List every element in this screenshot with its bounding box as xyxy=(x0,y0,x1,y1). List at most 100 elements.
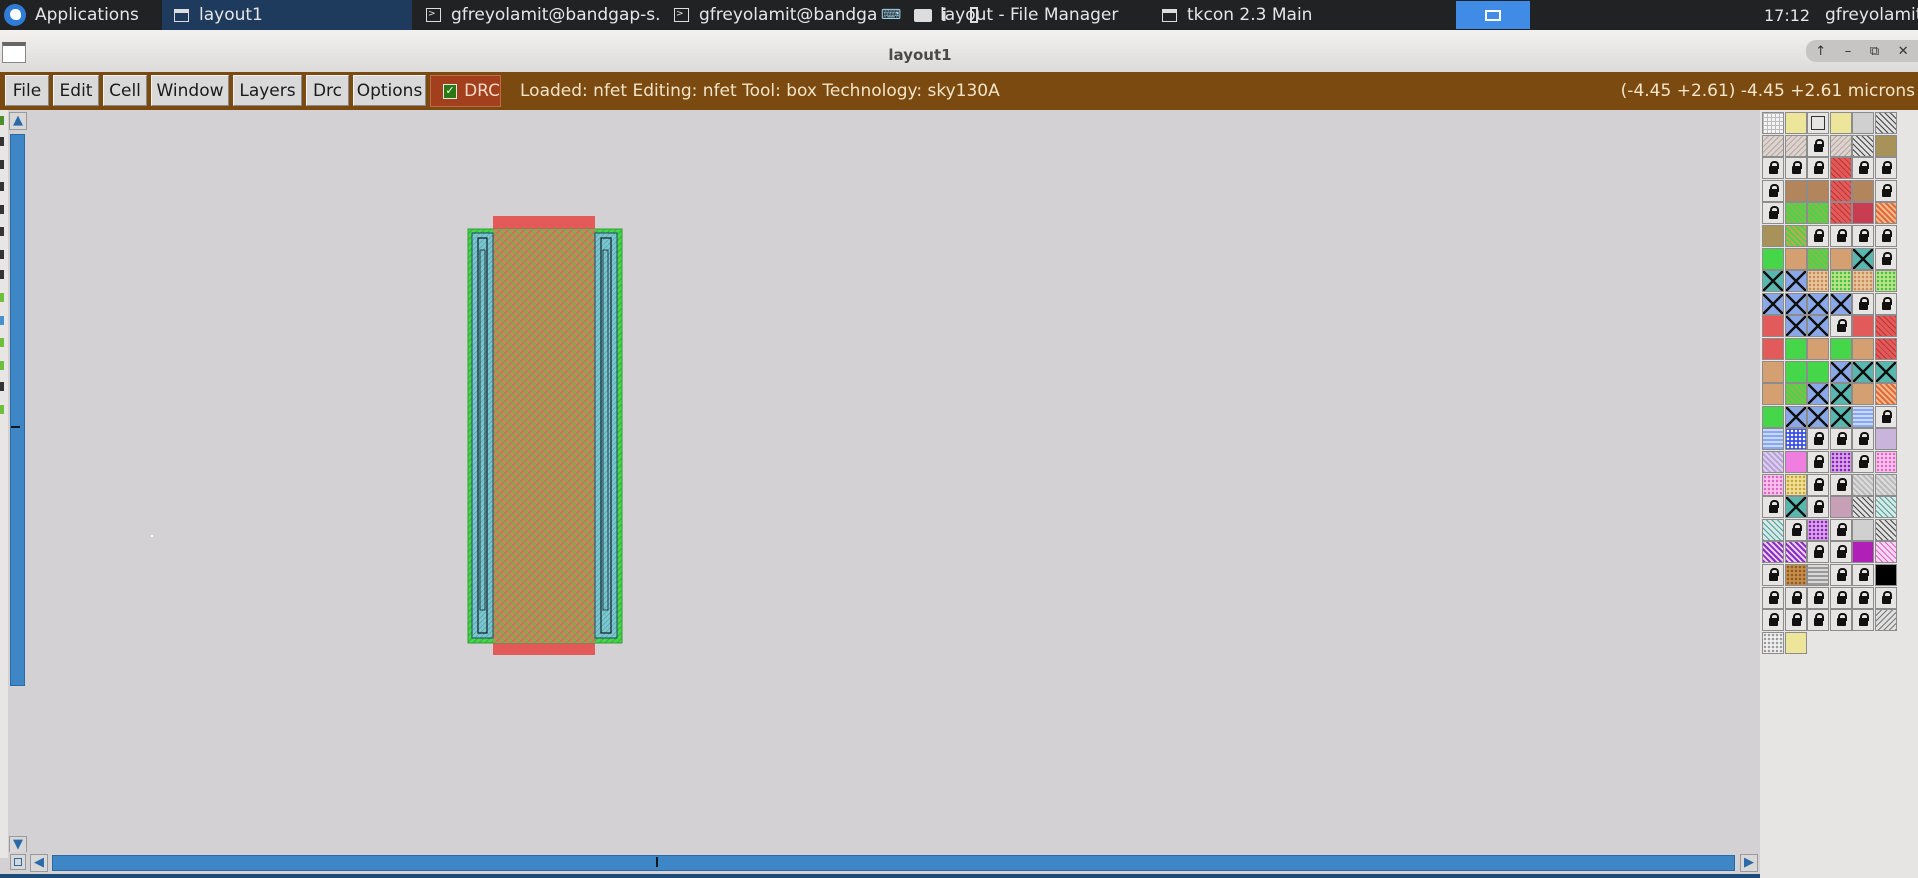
lock-icon[interactable] xyxy=(1829,609,1852,632)
layer-swatch-green-hatch[interactable] xyxy=(1784,202,1807,225)
layer-swatch-brown[interactable] xyxy=(1807,179,1830,202)
layer-swatch-white-dots[interactable] xyxy=(1762,631,1784,654)
layer-swatch-stripes[interactable] xyxy=(1875,518,1897,541)
shade-button[interactable]: ↑ xyxy=(1815,44,1826,59)
horizontal-scroll-thumb[interactable] xyxy=(52,855,1735,871)
workspace-switcher[interactable] xyxy=(1456,1,1530,29)
layer-swatch-olive[interactable] xyxy=(1762,225,1784,247)
lock-icon[interactable] xyxy=(1762,564,1784,586)
layer-swatch-pink-dots[interactable] xyxy=(1875,451,1897,473)
drain-contact[interactable] xyxy=(594,232,618,639)
layer-swatch-purple-dots[interactable] xyxy=(1829,451,1852,473)
layer-swatch-blue-cross[interactable] xyxy=(1762,292,1784,315)
layer-swatch-yellow-dots[interactable] xyxy=(1784,473,1807,496)
lock-icon[interactable] xyxy=(1829,428,1852,451)
lock-icon[interactable] xyxy=(1875,179,1897,202)
layer-swatch-red-hatch[interactable] xyxy=(1875,315,1897,338)
layer-swatch-teal-stripes[interactable] xyxy=(1762,518,1784,541)
layer-swatch-lightblue-wave[interactable] xyxy=(1852,405,1875,428)
layer-swatch-red-hatch[interactable] xyxy=(1829,179,1852,202)
poly-gate-top[interactable] xyxy=(493,216,595,230)
lock-icon[interactable] xyxy=(1807,609,1830,632)
layer-swatch-gray[interactable] xyxy=(1852,518,1875,541)
layer-swatch-purple-stripes[interactable] xyxy=(1762,541,1784,564)
lock-icon[interactable] xyxy=(1852,292,1875,315)
lock-icon[interactable] xyxy=(1829,518,1852,541)
layer-swatch-blue-cross[interactable] xyxy=(1784,405,1807,428)
lock-icon[interactable] xyxy=(1807,157,1830,180)
layer-swatch-stripes[interactable] xyxy=(1852,134,1875,157)
layer-swatch-brown[interactable] xyxy=(1852,179,1875,202)
layer-swatch-green-dots[interactable] xyxy=(1829,270,1852,293)
layer-swatch-green[interactable] xyxy=(1784,338,1807,360)
lock-icon[interactable] xyxy=(1807,428,1830,451)
layer-swatch-gray[interactable] xyxy=(1852,112,1875,134)
lock-icon[interactable] xyxy=(1852,157,1875,180)
lock-icon[interactable] xyxy=(1807,134,1830,157)
window-titlebar[interactable]: layout1 ↑ – ⧉ ✕ xyxy=(0,30,1918,73)
layer-swatch-teal-cross[interactable] xyxy=(1875,360,1897,383)
maximize-button[interactable]: ⧉ xyxy=(1870,44,1879,59)
layer-swatch-gray-hatch[interactable] xyxy=(1875,473,1897,496)
layer-swatch-red[interactable] xyxy=(1852,315,1875,338)
layer-swatch-pale-yellow[interactable] xyxy=(1784,631,1807,654)
vertical-scroll-thumb[interactable] xyxy=(10,134,25,686)
lock-icon[interactable] xyxy=(1762,157,1784,180)
layer-swatch-teal-cross[interactable] xyxy=(1762,270,1784,293)
layer-swatch-tan[interactable] xyxy=(1852,338,1875,360)
lock-icon[interactable] xyxy=(1807,586,1830,609)
menu-layers[interactable]: Layers xyxy=(233,75,302,106)
layer-swatch-blue-cross[interactable] xyxy=(1807,292,1830,315)
layer-swatch-blue-cross[interactable] xyxy=(1807,315,1830,338)
lock-icon[interactable] xyxy=(1875,586,1897,609)
layer-swatch-teal-cross[interactable] xyxy=(1784,496,1807,519)
layer-swatch-outline[interactable] xyxy=(1807,112,1830,134)
lock-icon[interactable] xyxy=(1852,225,1875,247)
layer-swatch-stripes[interactable] xyxy=(1875,112,1897,134)
layout-canvas[interactable] xyxy=(28,110,1760,852)
source-contact[interactable] xyxy=(471,232,494,639)
layer-swatch-magenta[interactable] xyxy=(1852,541,1875,564)
layer-swatch-teal-stripes[interactable] xyxy=(1875,496,1897,519)
task-file-manager[interactable]: layout - File Manager xyxy=(900,0,1152,30)
layer-swatch-pale-yellow[interactable] xyxy=(1829,112,1852,134)
lock-icon[interactable] xyxy=(1829,225,1852,247)
layer-swatch-green-stripes[interactable] xyxy=(1784,225,1807,247)
lock-icon[interactable] xyxy=(1852,609,1875,632)
layer-swatch-green-dots[interactable] xyxy=(1875,270,1897,293)
layer-swatch-gray-hatch[interactable] xyxy=(1852,473,1875,496)
lock-icon[interactable] xyxy=(1807,473,1830,496)
layer-swatch-purple-stripes[interactable] xyxy=(1784,541,1807,564)
lock-icon[interactable] xyxy=(1807,225,1830,247)
layer-swatch-green[interactable] xyxy=(1807,360,1830,383)
layer-swatch-green[interactable] xyxy=(1762,405,1784,428)
lock-icon[interactable] xyxy=(1875,225,1897,247)
layer-swatch-tan[interactable] xyxy=(1762,383,1784,406)
horizontal-scrollbar[interactable]: ◀ ▶ xyxy=(8,852,1760,874)
layer-swatch-red-hatch[interactable] xyxy=(1829,157,1852,180)
lock-icon[interactable] xyxy=(1829,315,1852,338)
zoom-box-icon[interactable] xyxy=(10,854,26,870)
layer-swatch-crimson[interactable] xyxy=(1852,202,1875,225)
layer-swatch-olive[interactable] xyxy=(1875,134,1897,157)
lock-icon[interactable] xyxy=(1829,541,1852,564)
task-terminal-1[interactable]: > gfreyolamit@bandgap-s... xyxy=(414,0,660,30)
transistor-channel[interactable] xyxy=(493,229,595,643)
lock-icon[interactable] xyxy=(1829,564,1852,586)
layer-swatch-teal-cross[interactable] xyxy=(1852,247,1875,270)
layer-swatch-black[interactable] xyxy=(1875,564,1897,586)
menu-options[interactable]: Options xyxy=(353,75,426,106)
layer-swatch-green[interactable] xyxy=(1829,338,1852,360)
lock-icon[interactable] xyxy=(1762,586,1784,609)
menu-window[interactable]: Window xyxy=(151,75,229,106)
layer-swatch-pink-dots[interactable] xyxy=(1762,473,1784,496)
layer-swatch-red[interactable] xyxy=(1762,338,1784,360)
layer-swatch-brown-dots[interactable] xyxy=(1784,564,1807,586)
layer-swatch-blue-cross[interactable] xyxy=(1829,360,1852,383)
layer-swatch-tan[interactable] xyxy=(1829,247,1852,270)
layer-swatch-grid[interactable] xyxy=(1762,112,1784,134)
lock-icon[interactable] xyxy=(1852,451,1875,473)
lock-icon[interactable] xyxy=(1784,586,1807,609)
task-tkcon[interactable]: tkcon 2.3 Main xyxy=(1152,0,1402,30)
layer-swatch-tan[interactable] xyxy=(1807,338,1830,360)
